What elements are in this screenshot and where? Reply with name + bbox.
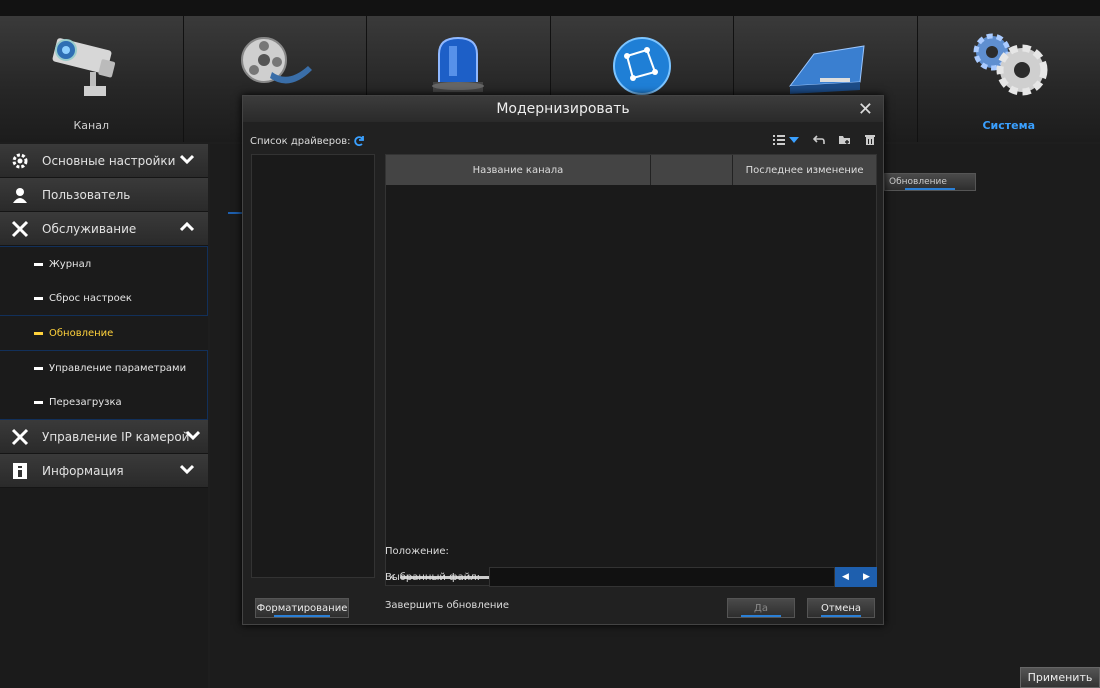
- dialog-title-bar: Модернизировать ✕: [243, 96, 883, 122]
- sidebar-subitem-label: Управление параметрами: [49, 362, 187, 374]
- sidebar-subitem-label: Перезагрузка: [49, 396, 122, 408]
- background-tab-underline: [228, 212, 242, 214]
- driver-list-label: Список драйверов:: [250, 136, 351, 147]
- sidebar-subitem-parameters[interactable]: Управление параметрами: [0, 351, 207, 385]
- sidebar-item-label: Пользователь: [42, 187, 131, 202]
- selected-file-label: Выбранный файл:: [385, 572, 480, 583]
- sidebar-subitem-reboot[interactable]: Перезагрузка: [0, 385, 207, 419]
- sidebar-item-user[interactable]: Пользователь: [0, 178, 208, 212]
- dash-icon: [34, 366, 43, 370]
- chevron-down-icon: [180, 464, 194, 474]
- prev-file-icon[interactable]: ◀: [842, 572, 849, 582]
- dialog-title: Модернизировать: [496, 101, 630, 117]
- chevron-down-icon: [180, 154, 194, 164]
- file-navigation-buttons: ◀ ▶: [835, 567, 877, 587]
- sidebar-subitem-label: Сброс настроек: [49, 292, 132, 304]
- maintenance-submenu-bottom: Управление параметрами Перезагрузка: [0, 350, 208, 420]
- sidebar-subitem-log[interactable]: Журнал: [0, 247, 207, 281]
- finish-update-label: Завершить обновление: [385, 600, 510, 611]
- file-toolbar: [773, 134, 875, 145]
- gears-icon: [973, 33, 1048, 96]
- sidebar: Основные настройки Пользователь Обслужив…: [0, 144, 208, 688]
- nav-tab-system[interactable]: Система: [918, 16, 1100, 142]
- yes-button[interactable]: Да: [727, 598, 795, 618]
- dash-icon: [34, 296, 43, 300]
- nav-label-system: Система: [982, 119, 1036, 132]
- sidebar-item-label: Управление IP камерой: [42, 429, 190, 444]
- network-globe-icon: [612, 37, 671, 95]
- dash-icon: [34, 400, 43, 404]
- sidebar-item-label: Основные настройки: [42, 153, 176, 168]
- sidebar-item-info[interactable]: Информация: [0, 454, 208, 488]
- nav-tab-channel[interactable]: Канал: [0, 16, 184, 142]
- gear-icon: [10, 151, 30, 171]
- sidebar-item-label: Информация: [42, 463, 124, 478]
- table-header: Название канала Последнее изменение: [386, 155, 876, 185]
- next-file-icon[interactable]: ▶: [863, 572, 870, 582]
- info-book-icon: [10, 461, 30, 481]
- chevron-up-icon: [180, 222, 194, 232]
- cancel-button[interactable]: Отмена: [807, 598, 875, 618]
- hard-drive-icon: [789, 45, 865, 94]
- apply-button[interactable]: Применить: [1020, 667, 1100, 688]
- upgrade-dialog: Модернизировать ✕ Список драйверов: Назв…: [242, 95, 884, 625]
- format-button[interactable]: Форматирование: [255, 598, 349, 618]
- file-table: Название канала Последнее изменение: [385, 154, 877, 586]
- refresh-icon[interactable]: [353, 135, 365, 147]
- camera-icon: [52, 38, 116, 96]
- close-icon[interactable]: ✕: [858, 97, 873, 123]
- selected-file-field[interactable]: [489, 567, 835, 587]
- dash-icon: [34, 262, 43, 266]
- alarm-siren-icon: [432, 36, 485, 92]
- chevron-down-icon: [186, 430, 200, 440]
- list-view-icon: [773, 134, 785, 145]
- sidebar-subitem-reset[interactable]: Сброс настроек: [0, 281, 207, 315]
- tools-icon: [10, 427, 30, 447]
- position-label: Положение:: [385, 546, 449, 557]
- new-folder-icon[interactable]: [839, 135, 851, 145]
- column-header-channel-name[interactable]: Название канала: [386, 155, 651, 185]
- back-arrow-icon[interactable]: [813, 134, 825, 145]
- dropdown-arrow-icon: [789, 136, 799, 143]
- user-icon: [10, 185, 30, 205]
- sidebar-item-ip-camera[interactable]: Управление IP камерой: [0, 420, 208, 454]
- sidebar-item-basic-settings[interactable]: Основные настройки: [0, 144, 208, 178]
- dash-icon: [34, 331, 43, 335]
- background-update-tab[interactable]: Обновление: [884, 173, 976, 191]
- sidebar-subitem-label: Обновление: [49, 327, 114, 339]
- sidebar-subitem-update[interactable]: Обновление: [0, 316, 208, 350]
- sidebar-item-maintenance[interactable]: Обслуживание: [0, 212, 208, 246]
- film-reel-icon: [240, 37, 312, 84]
- delete-icon[interactable]: [865, 134, 875, 145]
- sidebar-item-label: Обслуживание: [42, 221, 137, 236]
- driver-list[interactable]: [251, 154, 375, 578]
- column-header-size[interactable]: [651, 155, 734, 185]
- sidebar-subitem-label: Журнал: [49, 258, 92, 270]
- nav-label-channel: Канал: [73, 119, 109, 132]
- view-mode-dropdown[interactable]: [773, 134, 799, 145]
- tools-icon: [10, 219, 30, 239]
- maintenance-submenu-top: Журнал Сброс настроек: [0, 246, 208, 316]
- top-band: [0, 0, 1100, 16]
- column-header-last-modified[interactable]: Последнее изменение: [733, 155, 876, 185]
